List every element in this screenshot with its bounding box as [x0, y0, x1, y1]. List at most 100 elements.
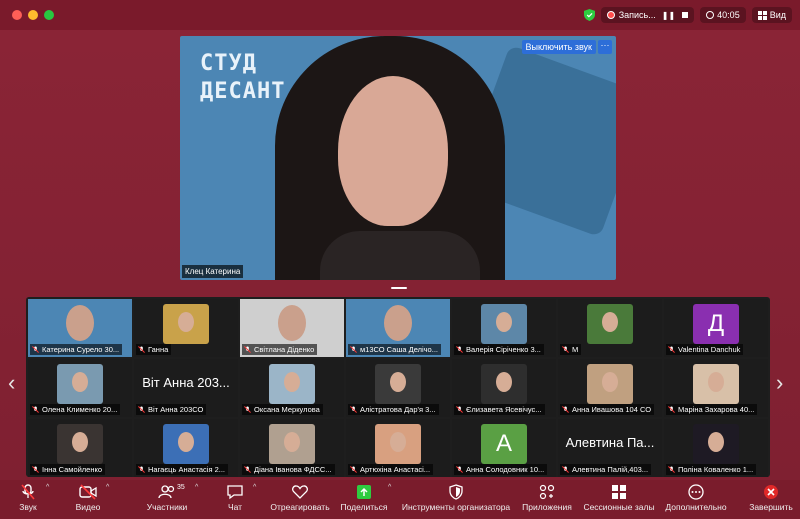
participant-tile[interactable]: Алістратова Дар'я 3... [346, 359, 450, 417]
gallery-next-page-icon[interactable]: › [776, 370, 790, 396]
end-meeting-button[interactable]: Завершить [748, 484, 794, 516]
mic-off-icon [668, 346, 675, 353]
participant-tile[interactable]: М [558, 299, 662, 357]
participant-tile[interactable]: Олена Клименко 20... [28, 359, 132, 417]
participant-name-tag: Марiна Захарова 40... [666, 404, 758, 415]
mic-off-icon [244, 406, 251, 413]
chat-icon [227, 485, 243, 500]
participant-name: Світлана Діденко [254, 345, 315, 354]
mic-off-icon [456, 346, 463, 353]
avatar-face [284, 432, 300, 452]
participant-name-tag: Світлана Діденко [242, 344, 318, 355]
mic-off-icon [138, 466, 145, 473]
participant-tile[interactable]: Єлизавета Ясевічус... [452, 359, 556, 417]
react-button[interactable]: Отреагировать [270, 484, 330, 516]
participant-tile[interactable]: Нагаєць Анастасія 2... [134, 419, 238, 477]
audio-button[interactable]: Звук [14, 484, 42, 516]
participant-name: Єлизавета Ясевічус... [466, 405, 542, 414]
participant-tile[interactable]: Поліна Коваленко 1... [664, 419, 768, 477]
participant-name-tag: Інна Самойленко [30, 464, 106, 475]
participant-name-tag: Ганна [136, 344, 172, 355]
participant-tile[interactable]: Анна Ивашова 104 СО [558, 359, 662, 417]
participant-name-tag: м13СО Саша Делічо... [348, 344, 441, 355]
participant-name-tag: Катерина Сурело 30... [30, 344, 123, 355]
participant-tile[interactable]: Алевтина Па... Алевтина Палій,403... [558, 419, 662, 477]
participant-name: Ганна [148, 345, 169, 354]
speaker-more-button[interactable]: ··· [598, 40, 612, 54]
participant-tile[interactable]: м13СО Саша Делічо... [346, 299, 450, 357]
recording-indicator[interactable]: Запись... ❚❚ [600, 7, 695, 23]
participant-tile[interactable]: Ганна [134, 299, 238, 357]
participant-name-tag: Алевтина Палій,403... [560, 464, 652, 475]
participant-tile[interactable]: Валерія Сірічeнко 3... [452, 299, 556, 357]
mic-off-icon [32, 346, 39, 353]
participant-gallery: Катерина Сурело 30... Ганна Світлана Діден… [26, 297, 770, 477]
participant-tile[interactable]: Марiна Захарова 40... [664, 359, 768, 417]
participant-tile[interactable]: А Анна Солодовник 10... [452, 419, 556, 477]
participant-avatar [269, 424, 315, 464]
letter-avatar: А [481, 424, 527, 464]
participant-tile[interactable]: Д Valentina Danchuk [664, 299, 768, 357]
mic-off-icon [350, 466, 357, 473]
active-speaker-video[interactable]: СТУД ДЕСАНТ Выключить звук ··· Клец Кате… [180, 36, 616, 280]
mic-off-icon [21, 484, 35, 500]
clock-icon [706, 11, 715, 19]
more-button[interactable]: Дополнительно [664, 484, 728, 516]
stop-icon[interactable] [682, 12, 689, 18]
more-options-icon [688, 484, 704, 500]
participant-tile[interactable]: Світлана Діденко [240, 299, 344, 357]
participant-tile[interactable]: Катерина Сурело 30... [28, 299, 132, 357]
breakout-rooms-icon [612, 485, 626, 499]
apps-button[interactable]: Приложения [520, 484, 574, 516]
chat-button[interactable]: Чат [222, 484, 248, 516]
participant-name: Інна Самойленко [42, 465, 103, 474]
gallery-prev-page-icon[interactable]: ‹ [8, 370, 22, 396]
view-label: Вид [769, 10, 786, 20]
host-tools-button[interactable]: Инструменты организатора [400, 484, 512, 516]
letter-avatar: Д [693, 304, 739, 344]
share-screen-button[interactable]: Поделиться [340, 484, 388, 516]
encryption-shield-icon[interactable] [583, 9, 595, 21]
close-window-button[interactable] [12, 10, 22, 20]
avatar-face [178, 312, 194, 332]
video-button[interactable]: Видео [72, 484, 104, 516]
participant-name: Анна Солодовник 10... [466, 465, 545, 474]
meeting-toolbar: Звук ^ Видео ^ Участники 35 ^ Чат ^ Отре… [0, 480, 800, 519]
audio-options-chevron-icon[interactable]: ^ [46, 484, 49, 491]
participant-face [66, 305, 94, 341]
resize-handle[interactable] [391, 287, 407, 289]
breakout-rooms-label: Сессионные залы [583, 502, 655, 512]
participants-count: 35 [177, 484, 185, 491]
video-off-icon [79, 484, 97, 500]
mute-participant-button[interactable]: Выключить звук [521, 40, 596, 54]
participants-options-chevron-icon[interactable]: ^ [195, 484, 198, 491]
fullscreen-window-button[interactable] [44, 10, 54, 20]
participant-name: Віт Анна 203СО [148, 405, 204, 414]
participant-avatar [163, 304, 209, 344]
timer-value: 40:05 [717, 10, 740, 20]
participant-tile[interactable]: Діана Іванова ФДСС... [240, 419, 344, 477]
participant-tile[interactable]: Віт Анна 203... Віт Анна 203СО [134, 359, 238, 417]
chat-options-chevron-icon[interactable]: ^ [253, 484, 256, 491]
video-label: Видео [75, 502, 101, 512]
mic-off-icon [668, 466, 675, 473]
end-meeting-icon [764, 485, 778, 499]
apps-label: Приложения [522, 502, 572, 512]
minimize-window-button[interactable] [28, 10, 38, 20]
host-tools-shield-icon [449, 484, 463, 500]
participant-tile[interactable]: Оксана Меркулова [240, 359, 344, 417]
participant-display-name: Віт Анна 203... [142, 375, 230, 390]
video-options-chevron-icon[interactable]: ^ [106, 484, 109, 491]
share-options-chevron-icon[interactable]: ^ [388, 484, 391, 491]
mic-off-icon [668, 406, 675, 413]
breakout-rooms-button[interactable]: Сессионные залы [582, 484, 656, 516]
logo-line-2: ДЕСАНТ [200, 79, 286, 104]
mic-off-icon [32, 466, 39, 473]
participant-name-tag: Артюхіна Анастасі... [348, 464, 434, 475]
heart-icon [292, 485, 308, 499]
participant-tile[interactable]: Інна Самойленко [28, 419, 132, 477]
participant-name-tag: Valentina Danchuk [666, 344, 744, 355]
participant-tile[interactable]: Артюхіна Анастасі... [346, 419, 450, 477]
view-button[interactable]: Вид [751, 7, 792, 23]
pause-icon[interactable]: ❚❚ [662, 11, 675, 20]
